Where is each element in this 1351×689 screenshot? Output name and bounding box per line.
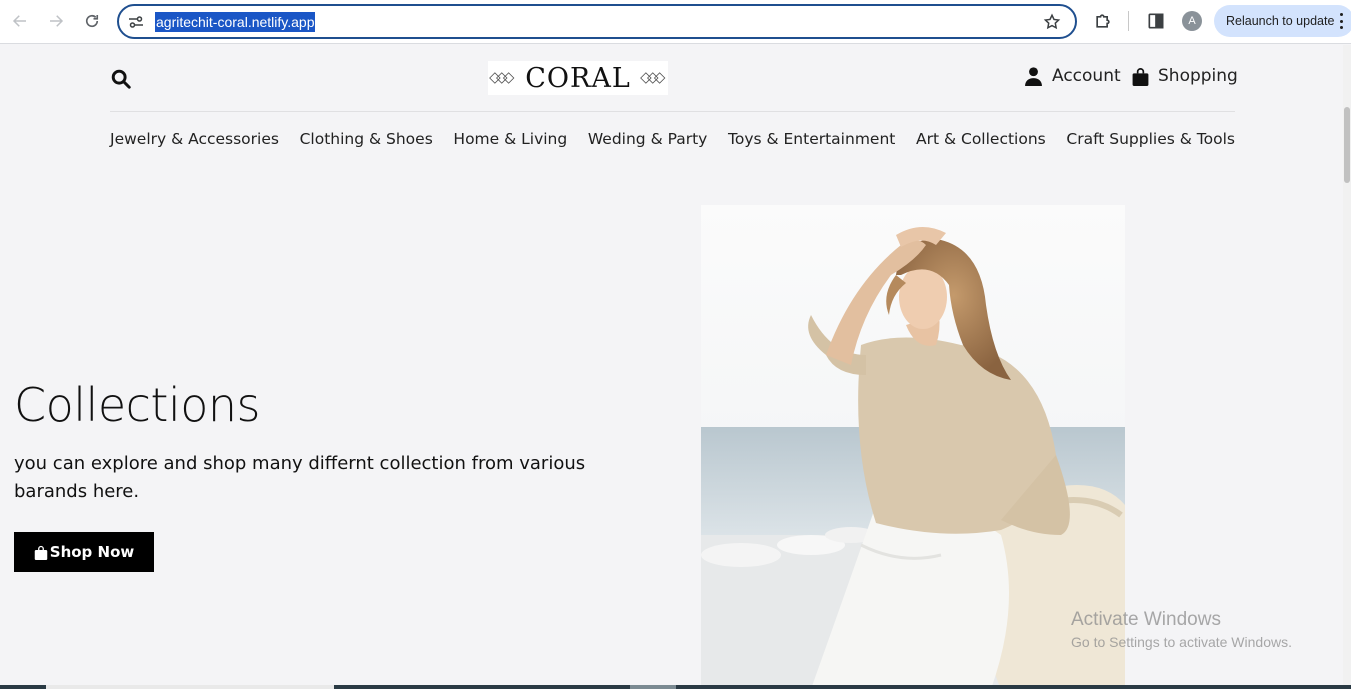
scrollbar-thumb[interactable] (1344, 107, 1350, 183)
shop-now-label: Shop Now (49, 543, 135, 561)
site-logo[interactable]: CORAL (488, 61, 668, 95)
user-icon (1025, 66, 1042, 86)
account-link[interactable]: Account (1025, 66, 1121, 86)
nav-item-toys[interactable]: Toys & Entertainment (728, 130, 895, 148)
shopping-label: Shopping (1158, 66, 1238, 86)
diamond-ornament-icon (639, 72, 666, 84)
address-bar[interactable]: agritechit-coral.netlify.app (117, 4, 1077, 39)
nav-item-clothing[interactable]: Clothing & Shoes (300, 130, 433, 148)
more-icon[interactable] (1338, 13, 1344, 29)
shopping-bag-icon (1132, 67, 1149, 86)
account-label: Account (1052, 66, 1121, 86)
category-nav: Jewelry & Accessories Clothing & Shoes H… (110, 130, 1235, 148)
shop-now-button[interactable]: Shop Now (14, 532, 154, 572)
extensions-icon[interactable] (1093, 11, 1113, 31)
profile-avatar[interactable]: A (1182, 11, 1202, 31)
nav-item-art[interactable]: Art & Collections (916, 130, 1046, 148)
reload-icon[interactable] (80, 9, 104, 33)
url-text[interactable]: agritechit-coral.netlify.app (155, 12, 316, 32)
windows-activation-title: Activate Windows (1071, 609, 1221, 630)
nav-item-home[interactable]: Home & Living (453, 130, 567, 148)
side-panel-icon[interactable] (1146, 11, 1166, 31)
back-icon[interactable] (8, 9, 32, 33)
nav-item-craft[interactable]: Craft Supplies & Tools (1066, 130, 1235, 148)
logo-text: CORAL (525, 62, 631, 94)
hero-title: Collections (14, 378, 261, 432)
shopping-bag-icon (34, 545, 48, 560)
site-settings-icon[interactable] (128, 14, 144, 30)
search-icon[interactable] (110, 68, 132, 90)
taskbar-edge (0, 685, 1351, 689)
star-icon[interactable] (1043, 13, 1061, 31)
shopping-link[interactable]: Shopping (1132, 66, 1238, 86)
hero-image (701, 205, 1125, 689)
toolbar-divider (1128, 11, 1129, 31)
diamond-ornament-icon (489, 72, 515, 84)
browser-toolbar: agritechit-coral.netlify.app A Relaunch … (0, 0, 1351, 44)
header-divider (110, 111, 1235, 112)
windows-activation-subtitle: Go to Settings to activate Windows. (1071, 634, 1292, 650)
nav-item-wedding[interactable]: Weding & Party (588, 130, 707, 148)
hero-subtitle: you can explore and shop many differnt c… (14, 453, 586, 502)
nav-item-jewelry[interactable]: Jewelry & Accessories (110, 130, 279, 148)
forward-icon[interactable] (44, 9, 68, 33)
scrollbar[interactable] (1343, 45, 1351, 689)
relaunch-button[interactable]: Relaunch to update (1214, 5, 1351, 37)
